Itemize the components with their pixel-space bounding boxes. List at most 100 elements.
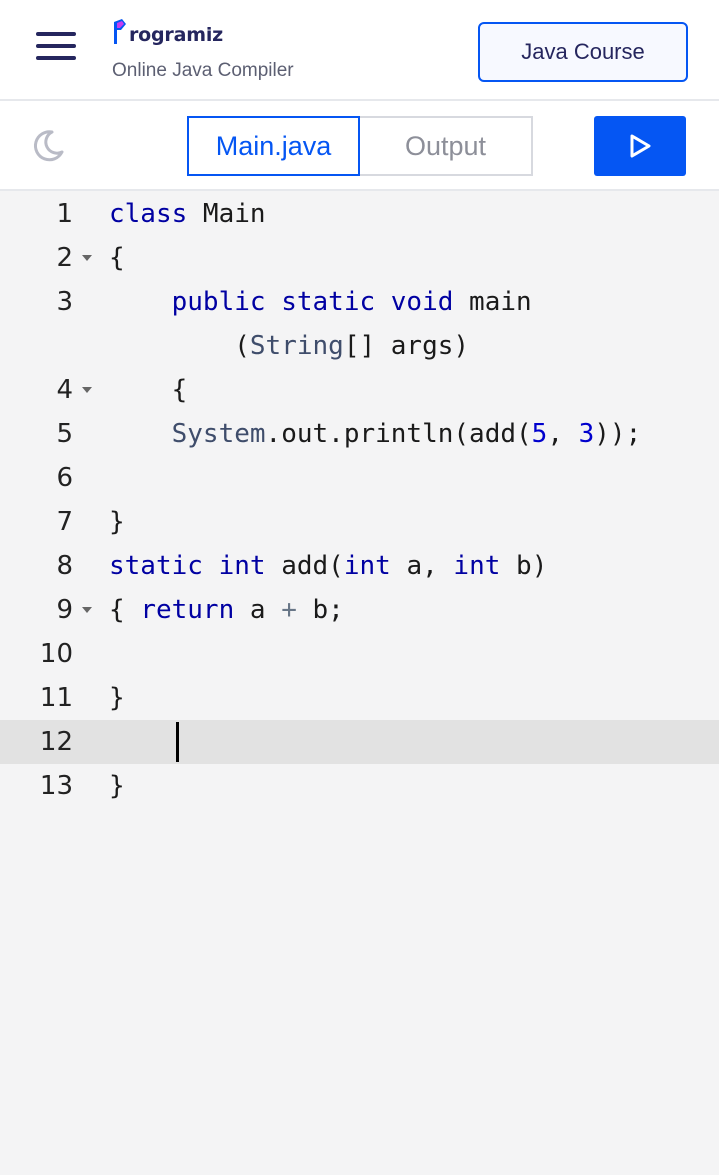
fold-arrow-icon[interactable] <box>82 387 92 393</box>
hamburger-menu-icon[interactable] <box>36 32 76 60</box>
line-number: 8 <box>56 551 73 581</box>
code-text: static int add(int a, int b) <box>109 544 547 588</box>
code-line[interactable]: 1 class Main <box>0 192 719 236</box>
app-header: rogramiz Online Java Compiler Java Cours… <box>0 0 719 101</box>
code-text: public static void main <box>109 280 532 324</box>
code-token: static <box>281 287 376 317</box>
line-number: 11 <box>39 683 73 713</box>
code-line[interactable]: (String[] args) <box>0 324 719 368</box>
logo-text: rogramiz <box>129 24 223 46</box>
page-subtitle: Online Java Compiler <box>112 60 294 81</box>
fold-arrow-icon[interactable] <box>82 255 92 261</box>
line-gutter: 3 <box>0 280 100 324</box>
code-token: Main <box>187 199 266 229</box>
code-token: public <box>171 287 266 317</box>
code-token: , <box>547 419 579 449</box>
code-line[interactable]: 11} <box>0 676 719 720</box>
code-token: a <box>234 595 282 625</box>
code-token: void <box>390 287 454 317</box>
programiz-logo[interactable]: rogramiz <box>112 14 223 48</box>
line-number: 9 <box>56 595 73 625</box>
code-token: class <box>109 199 188 229</box>
code-token: main <box>453 287 532 317</box>
line-gutter: 10 <box>0 632 100 676</box>
code-token: add( <box>265 551 344 581</box>
code-token: { <box>109 375 188 405</box>
moon-icon[interactable] <box>30 128 66 164</box>
code-token: } <box>109 683 125 713</box>
line-number: 3 <box>56 287 73 317</box>
line-gutter: 11 <box>0 676 100 720</box>
code-token: 5 <box>531 419 548 449</box>
code-text: } <box>109 500 125 544</box>
code-token: int <box>453 551 501 581</box>
tab-main-java[interactable]: Main.java <box>187 116 360 176</box>
code-token: 3 <box>578 419 595 449</box>
code-token: .out.println(add( <box>265 419 532 449</box>
editor-toolbar: Main.java Output <box>0 101 719 191</box>
tab-output[interactable]: Output <box>358 116 533 176</box>
line-number: 1 <box>56 199 73 229</box>
code-line[interactable]: 3 public static void main <box>0 280 719 324</box>
code-line[interactable]: 6 <box>0 456 719 500</box>
code-token: return <box>140 595 235 625</box>
line-number: 6 <box>56 463 73 493</box>
code-line[interactable]: 2{ <box>0 236 719 280</box>
code-line[interactable]: 13} <box>0 764 719 808</box>
line-gutter: 1 <box>0 192 100 236</box>
line-gutter: 4 <box>0 368 100 412</box>
line-gutter: 9 <box>0 588 100 632</box>
code-text: { return a + b; <box>109 588 344 632</box>
line-number: 7 <box>56 507 73 537</box>
code-line[interactable]: 4 { <box>0 368 719 412</box>
line-number: 5 <box>56 419 73 449</box>
code-line[interactable]: 10 <box>0 632 719 676</box>
code-token: static <box>109 551 203 581</box>
text-cursor <box>176 722 179 762</box>
code-token: b; <box>296 595 344 625</box>
code-token: b) <box>500 551 548 581</box>
code-token: int <box>343 551 391 581</box>
code-text: { <box>109 368 188 412</box>
code-text: (String[] args) <box>109 324 469 368</box>
code-text: { <box>109 236 125 280</box>
code-token: String <box>249 331 344 361</box>
line-gutter: 2 <box>0 236 100 280</box>
code-text: class Main <box>109 192 266 236</box>
line-gutter: 12 <box>0 720 100 764</box>
line-gutter: 6 <box>0 456 100 500</box>
line-gutter: 5 <box>0 412 100 456</box>
code-text: System.out.println(add(5, 3)); <box>109 412 642 456</box>
code-token: [] args) <box>343 331 470 361</box>
code-token: int <box>218 551 266 581</box>
java-course-button[interactable]: Java Course <box>478 22 688 82</box>
programiz-logo-mark-icon <box>114 19 126 44</box>
code-token: )); <box>594 419 642 449</box>
line-number: 13 <box>39 771 73 801</box>
code-token: ( <box>109 331 250 361</box>
line-gutter <box>0 324 100 368</box>
line-gutter: 13 <box>0 764 100 808</box>
code-token: { <box>109 243 125 273</box>
code-line[interactable]: 8 static int add(int a, int b) <box>0 544 719 588</box>
code-token: { <box>109 595 141 625</box>
fold-arrow-icon[interactable] <box>82 607 92 613</box>
code-token: a, <box>390 551 454 581</box>
run-button[interactable] <box>594 116 686 176</box>
line-number: 10 <box>39 639 73 669</box>
code-token: System <box>171 419 266 449</box>
code-text: } <box>109 676 125 720</box>
code-editor[interactable]: 1 class Main 2{3 public static void main (… <box>0 192 719 1175</box>
code-line[interactable]: 7} <box>0 500 719 544</box>
code-text: } <box>109 764 125 808</box>
code-line[interactable]: 5 System.out.println(add(5, 3)); <box>0 412 719 456</box>
code-line[interactable]: 12 <box>0 720 719 764</box>
code-line[interactable]: 9 { return a + b; <box>0 588 719 632</box>
line-gutter: 7 <box>0 500 100 544</box>
line-number: 4 <box>56 375 73 405</box>
line-gutter: 8 <box>0 544 100 588</box>
